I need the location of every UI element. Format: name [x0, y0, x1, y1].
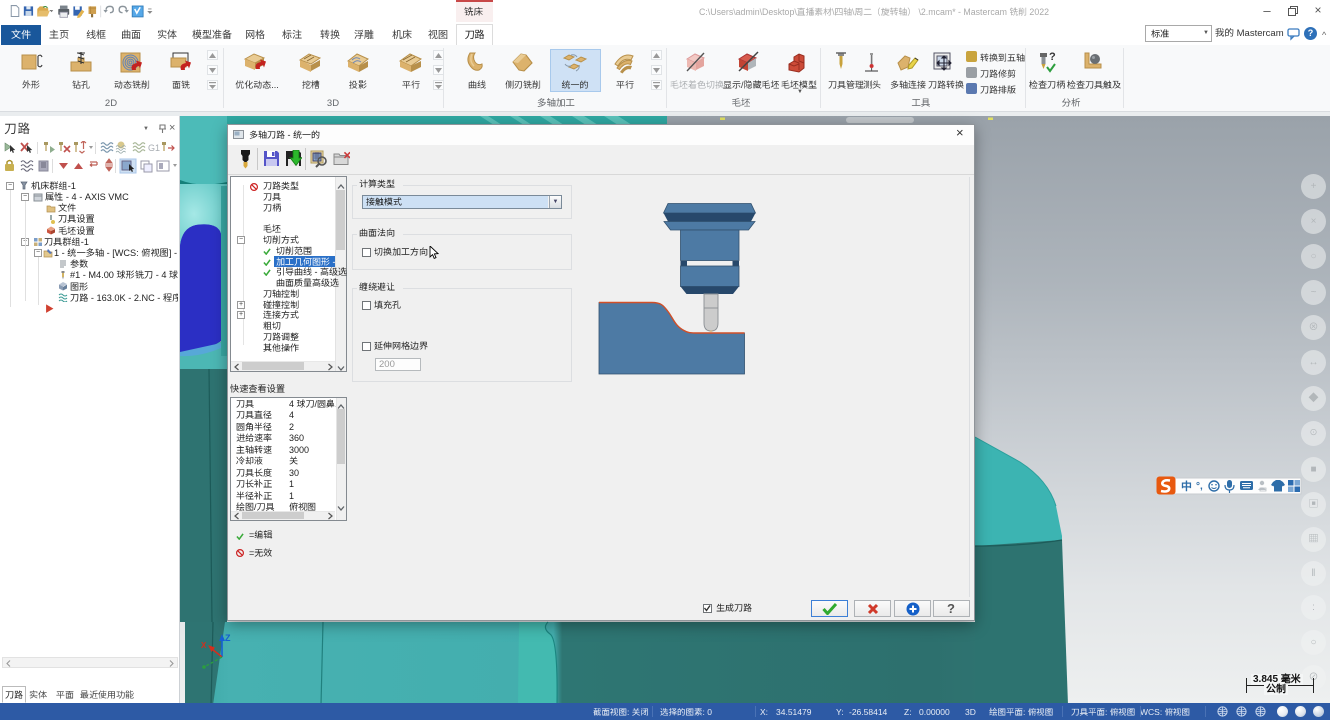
- svg-text:中: 中: [1181, 480, 1192, 493]
- svg-text:?: ?: [947, 602, 955, 615]
- svg-text:X: X: [201, 641, 207, 650]
- svg-text:G1: G1: [148, 143, 160, 153]
- svg-text:Z: Z: [225, 633, 231, 643]
- svg-text:?: ?: [1049, 51, 1056, 63]
- svg-text:°,: °,: [1196, 481, 1203, 492]
